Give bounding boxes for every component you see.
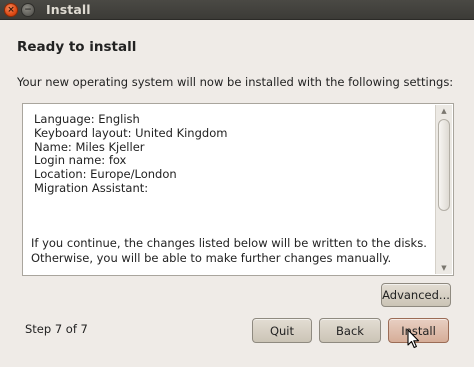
vertical-scrollbar[interactable]: ▲ ▼ [435, 105, 452, 274]
scroll-up-arrow-icon[interactable]: ▲ [436, 105, 452, 117]
setting-name: Name: Miles Kjeller [34, 139, 145, 154]
minimize-window-button[interactable]: − [21, 3, 35, 17]
settings-summary-box[interactable]: Language: English Keyboard layout: Unite… [22, 103, 454, 276]
close-icon: × [7, 4, 15, 15]
intro-text: Your new operating system will now be in… [17, 75, 454, 89]
notice-line-2: Otherwise, you will be able to make furt… [31, 251, 392, 265]
minimize-icon: − [24, 4, 32, 15]
quit-button[interactable]: Quit [252, 318, 312, 343]
setting-migration-assistant: Migration Assistant: [34, 180, 149, 195]
back-button[interactable]: Back [319, 318, 381, 343]
setting-language: Language: English [34, 112, 140, 126]
scroll-down-arrow-icon[interactable]: ▼ [436, 262, 452, 274]
setting-location: Location: Europe/London [34, 167, 177, 182]
page-title: Ready to install [17, 39, 137, 55]
advanced-button[interactable]: Advanced... [381, 283, 451, 307]
notice-line-1: If you continue, the changes listed belo… [31, 236, 427, 250]
setting-keyboard-layout: Keyboard layout: United Kingdom [34, 125, 228, 140]
disk-changes-notice: If you continue, the changes listed belo… [31, 236, 427, 266]
title-bar: × − Install [0, 0, 474, 20]
setting-login-name: Login name: fox [34, 153, 127, 168]
close-window-button[interactable]: × [4, 3, 18, 17]
scrollbar-thumb[interactable] [438, 119, 450, 211]
mouse-pointer-icon [407, 329, 420, 349]
settings-list: Language: English Keyboard layout: Unite… [34, 112, 228, 196]
step-indicator: Step 7 of 7 [25, 322, 88, 336]
window-title: Install [46, 2, 91, 17]
